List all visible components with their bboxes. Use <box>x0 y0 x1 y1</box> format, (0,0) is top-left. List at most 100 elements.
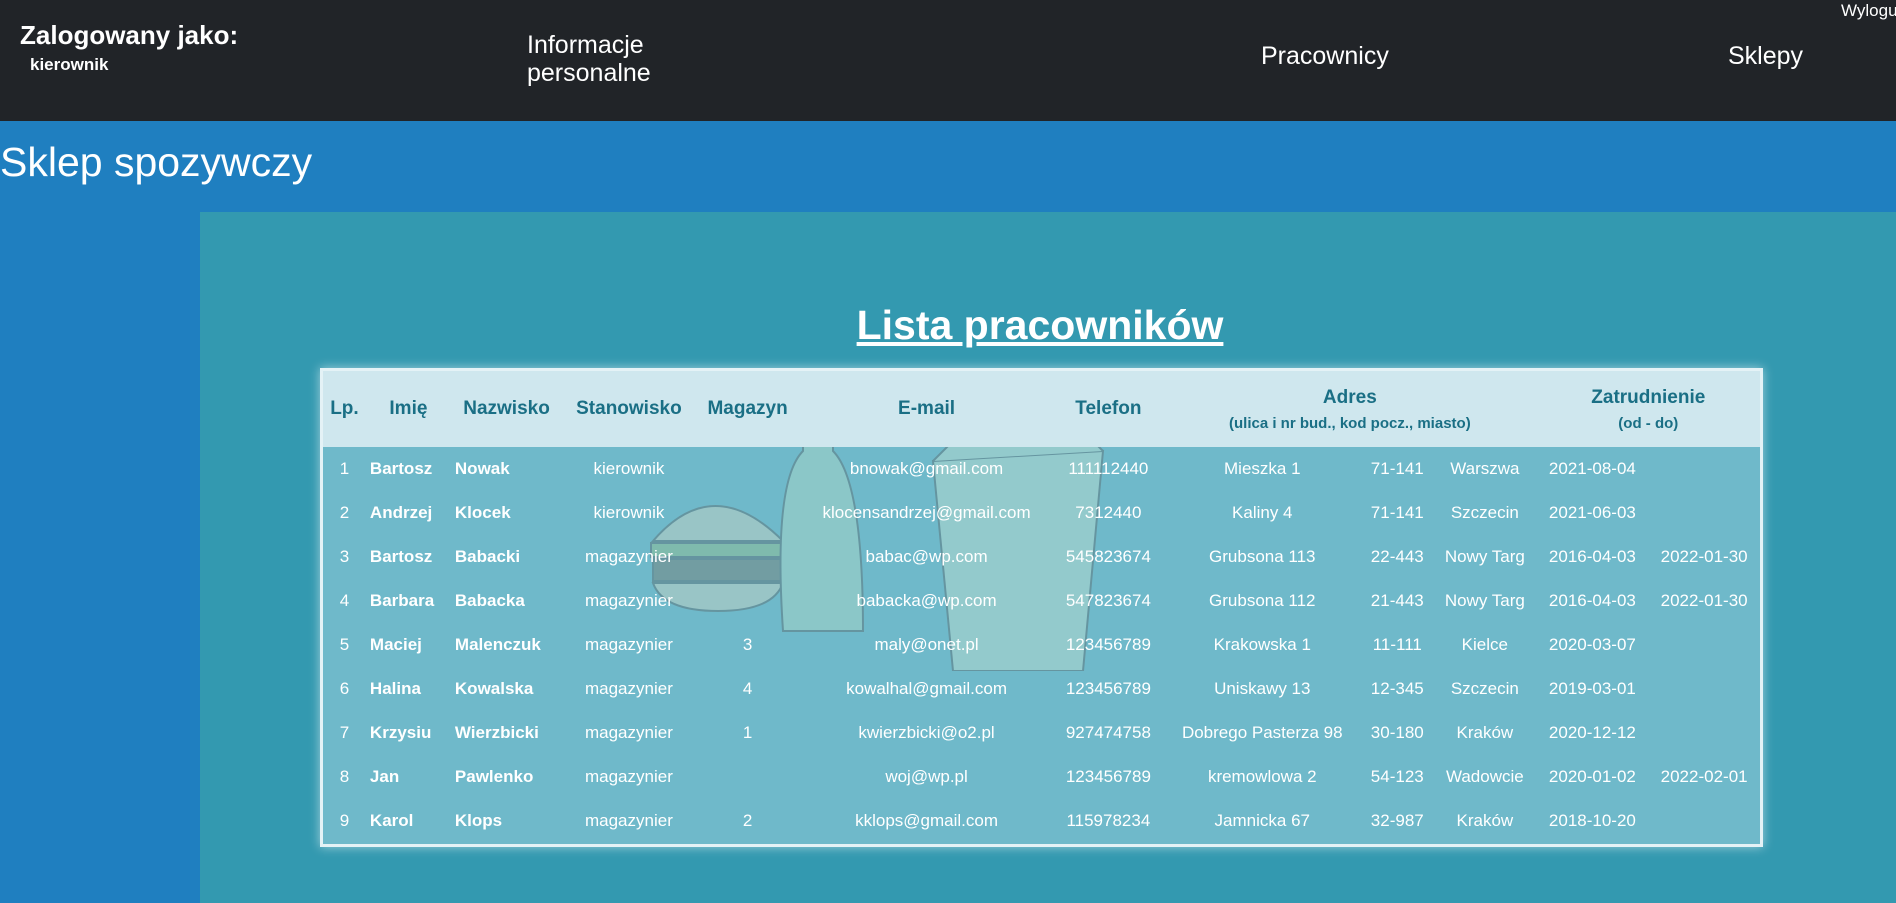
cell-employed-from: 2020-03-07 <box>1548 635 1636 654</box>
cell-phone: 115978234 <box>1066 811 1151 830</box>
cell-last-name: Babacka <box>454 591 525 610</box>
cell-first-name: Bartosz <box>369 459 433 478</box>
cell-email: maly@onet.pl <box>874 635 979 654</box>
cell-email: kklops@gmail.com <box>855 811 999 830</box>
cell-position: magazynier <box>584 547 673 566</box>
table-row: 8 Jan Pawlenko magazynier woj@wp.pl 123456789… <box>323 755 1760 799</box>
cell-street: Dobrego Pasterza 98 <box>1181 723 1343 742</box>
cell-street: Grubsona 112 <box>1209 591 1316 610</box>
cell-employed-to <box>1648 447 1760 491</box>
cell-employed-from: 2019-03-01 <box>1548 679 1636 698</box>
cell-warehouse <box>696 491 800 535</box>
cell-warehouse <box>696 535 800 579</box>
table-row: 2 Andrzej Klocek kierownik klocensandrzej@gm… <box>323 491 1760 535</box>
cell-lp: 7 <box>339 723 350 742</box>
employee-table-container: Lp. Imię Nazwisko Stanowisko Magazyn E-m… <box>320 368 1763 847</box>
table-row: 6 Halina Kowalska magazynier 4 kowalhal@gmail… <box>323 667 1760 711</box>
cell-employed-to: 2022-01-30 <box>1660 591 1748 610</box>
cell-email: klocensandrzej@gmail.com <box>822 503 1031 522</box>
cell-zip: 71-141 <box>1370 503 1424 522</box>
cell-phone: 123456789 <box>1065 767 1151 786</box>
table-row: 5 Maciej Malenczuk magazynier 3 maly@onet.pl 1… <box>323 623 1760 667</box>
cell-position: magazynier <box>584 811 673 830</box>
col-last-name: Nazwisko <box>463 398 550 419</box>
cell-employed-from: 2021-06-03 <box>1548 503 1636 522</box>
cell-first-name: Karol <box>369 811 414 830</box>
cell-position: magazynier <box>584 591 673 610</box>
cell-employed-from: 2020-01-02 <box>1548 767 1636 786</box>
cell-lp: 6 <box>339 679 350 698</box>
cell-lp: 4 <box>339 591 350 610</box>
cell-first-name: Andrzej <box>369 503 433 522</box>
cell-email: woj@wp.pl <box>885 767 968 786</box>
cell-phone: 123456789 <box>1065 679 1151 698</box>
cell-street: Grubsona 113 <box>1209 547 1316 566</box>
cell-phone: 547823674 <box>1065 591 1151 610</box>
cell-last-name: Babacki <box>454 547 521 566</box>
employee-list-title: Lista pracowników <box>856 302 1224 348</box>
table-row: 3 Bartosz Babacki magazynier babac@wp.com 545… <box>323 535 1760 579</box>
cell-street: Jamnicka 67 <box>1214 811 1310 830</box>
table-row: 1 Bartosz Nowak kierownik bnowak@gmail.com 11… <box>323 447 1760 491</box>
cell-city: Szczecin <box>1450 503 1519 522</box>
cell-phone: 927474758 <box>1065 723 1151 742</box>
employee-table: Lp. Imię Nazwisko Stanowisko Magazyn E-m… <box>323 371 1760 843</box>
cell-email: kowalhal@gmail.com <box>846 679 1007 698</box>
cell-first-name: Maciej <box>369 635 422 654</box>
cell-city: Wadowcie <box>1445 767 1524 786</box>
cell-email: bnowak@gmail.com <box>849 459 1004 478</box>
cell-warehouse <box>696 447 800 491</box>
cell-zip: 21-443 <box>1370 591 1424 610</box>
cell-zip: 32-987 <box>1370 811 1424 830</box>
col-address-sub: (ulica i nr bud., kod pocz., miasto) <box>1229 414 1471 432</box>
col-phone: Telefon <box>1075 398 1142 419</box>
cell-lp: 5 <box>339 635 350 654</box>
table-header-row: Lp. Imię Nazwisko Stanowisko Magazyn E-m… <box>323 371 1760 447</box>
cell-employed-to: 2022-01-30 <box>1660 547 1748 566</box>
cell-position: magazynier <box>584 723 673 742</box>
col-address-label: Adres <box>1322 386 1377 408</box>
cell-warehouse: 3 <box>742 635 753 654</box>
cell-email: kwierzbicki@o2.pl <box>858 723 995 742</box>
table-row: 4 Barbara Babacka magazynier babacka@wp.com 5… <box>323 579 1760 623</box>
cell-city: Kraków <box>1456 723 1514 742</box>
cell-street: Kaliny 4 <box>1232 503 1293 522</box>
login-label: Zalogowany jako: <box>20 20 239 50</box>
cell-zip: 12-345 <box>1370 679 1424 698</box>
cell-first-name: Barbara <box>369 591 435 610</box>
cell-employed-to <box>1648 491 1760 535</box>
cell-employed-from: 2021-08-04 <box>1548 459 1636 478</box>
col-email: E-mail <box>898 398 956 419</box>
top-navbar: Zalogowany jako: kierownik Informacje pe… <box>0 0 1896 121</box>
cell-warehouse: 4 <box>742 679 753 698</box>
nav-shops[interactable]: Sklepy <box>1728 42 1803 70</box>
cell-city: Kielce <box>1461 635 1508 654</box>
cell-email: babac@wp.com <box>865 547 988 566</box>
col-warehouse: Magazyn <box>707 398 788 419</box>
cell-position: magazynier <box>584 635 673 654</box>
cell-employed-from: 2016-04-03 <box>1548 591 1636 610</box>
nav-personal-info[interactable]: Informacje personalne <box>527 31 687 87</box>
col-employment-label: Zatrudnienie <box>1591 386 1706 408</box>
cell-street: kremowlowa 2 <box>1207 767 1317 786</box>
cell-employed-to <box>1648 667 1760 711</box>
cell-last-name: Klocek <box>454 503 511 522</box>
cell-phone: 123456789 <box>1065 635 1151 654</box>
cell-first-name: Bartosz <box>369 547 433 566</box>
cell-position: kierownik <box>593 459 665 478</box>
cell-first-name: Halina <box>369 679 421 698</box>
cell-employed-from: 2020-12-12 <box>1548 723 1636 742</box>
cell-zip: 22-443 <box>1370 547 1424 566</box>
cell-employed-to <box>1648 711 1760 755</box>
cell-position: kierownik <box>593 503 665 522</box>
cell-zip: 30-180 <box>1370 723 1424 742</box>
logout-link[interactable]: Wyloguj <box>1841 1 1896 21</box>
cell-position: magazynier <box>584 767 673 786</box>
col-address: Adres (ulica i nr bud., kod pocz., miast… <box>1163 371 1536 447</box>
table-row: 7 Krzysiu Wierzbicki magazynier 1 kwierzbicki… <box>323 711 1760 755</box>
cell-city: Szczecin <box>1450 679 1519 698</box>
cell-city: Kraków <box>1456 811 1514 830</box>
col-employment-sub: (od - do) <box>1618 414 1679 432</box>
nav-workers[interactable]: Pracownicy <box>1261 42 1389 70</box>
cell-street: Uniskawy 13 <box>1214 679 1311 698</box>
